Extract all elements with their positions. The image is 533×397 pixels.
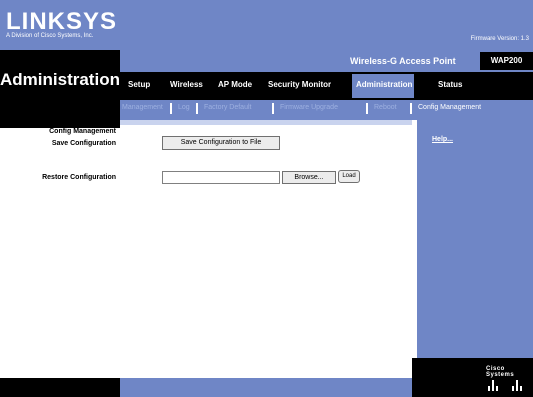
subtab-firmware-upgrade[interactable]: Firmware Upgrade <box>280 104 338 111</box>
left-label-column: Config Management Save Configuration Res… <box>0 120 120 397</box>
main-tabs: Setup Wireless AP Mode Security Monitor … <box>120 72 533 100</box>
page-title: Administration <box>0 70 120 89</box>
firmware-version: Firmware Version: 1.3 <box>470 36 529 42</box>
subtab-divider <box>410 103 412 114</box>
browse-button[interactable]: Browse... <box>282 171 336 184</box>
subtab-divider <box>366 103 368 114</box>
help-footer: Cisco Systems <box>412 358 533 397</box>
tab-wireless[interactable]: Wireless <box>170 80 203 89</box>
subtab-config-management[interactable]: Config Management <box>418 104 481 111</box>
linksys-logo-subtext: A Division of Cisco Systems, Inc. <box>6 33 94 39</box>
sub-tabs: Management Log Factory Default Firmware … <box>120 100 533 120</box>
linksys-logo: LINKSYS <box>6 8 118 35</box>
main-content: Save Configuration to File Browse... Loa… <box>120 120 412 397</box>
section-label: Config Management <box>49 128 116 135</box>
top-brand-bar: LINKSYS A Division of Cisco Systems, Inc… <box>0 0 533 50</box>
tab-administration[interactable]: Administration <box>356 80 412 89</box>
help-column: Help... Cisco Systems <box>412 120 533 397</box>
left-header-strip <box>0 120 120 128</box>
restore-file-input[interactable] <box>162 171 280 184</box>
subtab-divider <box>170 103 172 114</box>
subtab-factory-default[interactable]: Factory Default <box>204 104 251 111</box>
save-configuration-label: Save Configuration <box>51 140 116 147</box>
product-bar: Wireless-G Access Point WAP200 <box>120 50 533 72</box>
subtab-log[interactable]: Log <box>178 104 190 111</box>
product-name: Wireless-G Access Point <box>350 56 456 66</box>
left-footer-bar <box>0 378 120 397</box>
router-admin-page: LINKSYS A Division of Cisco Systems, Inc… <box>0 0 533 397</box>
tab-setup[interactable]: Setup <box>128 80 150 89</box>
tab-ap-mode[interactable]: AP Mode <box>218 80 252 89</box>
restore-configuration-label: Restore Configuration <box>42 174 116 181</box>
tab-security-monitor[interactable]: Security Monitor <box>268 80 331 89</box>
subtab-divider <box>272 103 274 114</box>
subtab-management[interactable]: Management <box>122 104 163 111</box>
model-number: WAP200 <box>480 52 533 70</box>
content-footer-bar <box>120 378 412 397</box>
tab-status[interactable]: Status <box>438 80 462 89</box>
subtab-divider <box>196 103 198 114</box>
help-column-divider <box>412 120 417 397</box>
save-configuration-button[interactable]: Save Configuration to File <box>162 136 280 150</box>
content-top-strip <box>120 120 412 125</box>
load-button[interactable]: Load <box>338 170 360 183</box>
cisco-logo-icon <box>488 380 522 391</box>
subtab-reboot[interactable]: Reboot <box>374 104 397 111</box>
section-header: Administration <box>0 50 120 120</box>
help-link[interactable]: Help... <box>432 136 453 143</box>
